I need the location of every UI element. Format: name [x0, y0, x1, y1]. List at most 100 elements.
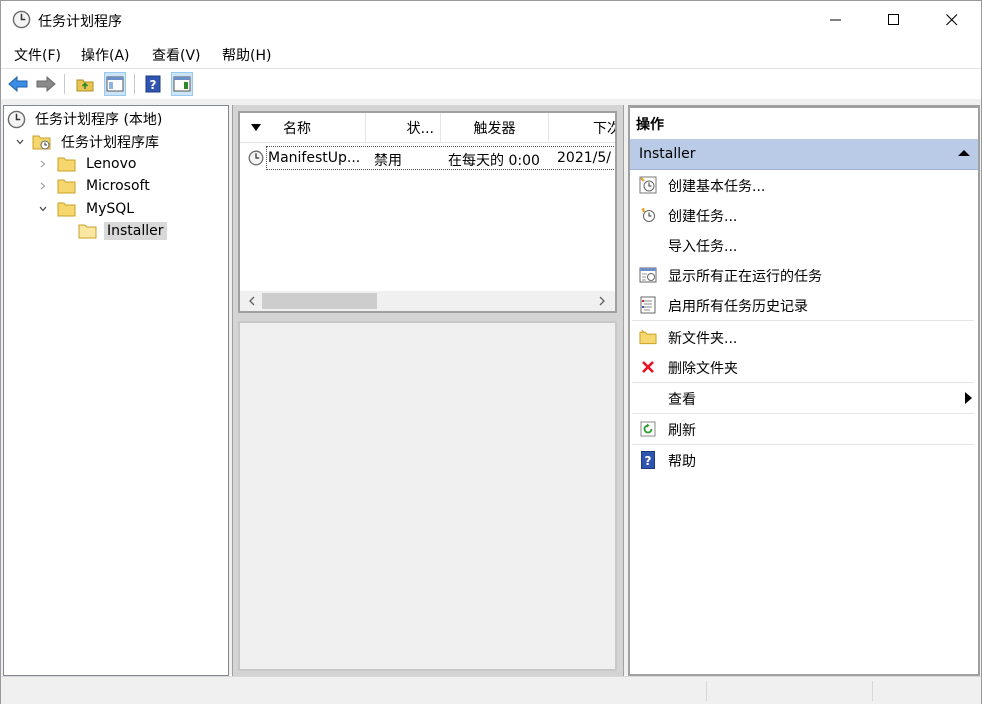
status-bar [1, 676, 981, 704]
sort-down-icon [251, 124, 261, 131]
folder-clock-icon [32, 135, 51, 150]
chevron-right-icon[interactable] [37, 180, 49, 192]
scroll-left-button[interactable] [242, 291, 262, 311]
scroll-right-button[interactable] [592, 291, 612, 311]
action-enable-task-history[interactable]: 启用所有任务历史记录 [630, 290, 978, 320]
minimize-button[interactable] [807, 1, 865, 39]
toolbar-separator [134, 74, 135, 94]
tree-item-microsoft[interactable]: Microsoft [37, 175, 153, 197]
folder-up-icon [76, 79, 94, 92]
menu-action[interactable]: 操作(A) [81, 45, 130, 65]
maximize-button[interactable] [865, 1, 923, 39]
action-delete-folder[interactable]: 删除文件夹 [630, 352, 978, 382]
action-display-running-tasks[interactable]: 显示所有正在运行的任务 [630, 260, 978, 290]
task-scheduler-window: 任务计划程序 文件(F) 操作(A) 查看(V) 帮助(H) ? 任务计划程序 … [0, 0, 982, 704]
svg-text:?: ? [150, 78, 157, 92]
menu-help[interactable]: 帮助(H) [222, 45, 271, 65]
minimize-icon [830, 19, 841, 21]
action-new-folder[interactable]: 新文件夹... [630, 322, 978, 352]
task-next-run-cell: 2021/5/ [557, 150, 611, 166]
window-title: 任务计划程序 [38, 14, 122, 30]
action-import-task[interactable]: 导入任务... [630, 230, 978, 260]
collapse-up-icon [958, 150, 970, 156]
clock-icon [12, 10, 31, 29]
task-name-cell: ManifestUp... [268, 150, 361, 166]
menu-file[interactable]: 文件(F) [14, 45, 61, 65]
task-details-pane [238, 321, 617, 671]
tree-item-library[interactable]: 任务计划程序库 [14, 131, 162, 153]
scroll-thumb[interactable] [262, 293, 377, 309]
help-button[interactable]: ? [142, 72, 164, 96]
action-create-task[interactable]: 创建任务... [630, 200, 978, 230]
delete-icon [639, 358, 657, 376]
chevron-left-icon [249, 296, 255, 306]
status-separator [872, 681, 873, 701]
tree-item-mysql[interactable]: MySQL [37, 198, 137, 220]
column-trigger[interactable]: 触发器 [441, 113, 549, 143]
up-folder-button[interactable] [74, 72, 96, 96]
chevron-down-icon[interactable] [37, 203, 49, 215]
maximize-icon [888, 14, 899, 25]
show-hide-console-tree-button[interactable] [104, 72, 126, 96]
running-tasks-icon [639, 266, 657, 284]
folder-icon [57, 202, 76, 217]
tree-library-label: 任务计划程序库 [61, 135, 159, 151]
task-list-header: 名称 状... 触发器 下次 [240, 113, 615, 143]
console-tree: 任务计划程序 (本地) 任务计划程序库 Lenovo Microsoft MyS… [3, 105, 229, 676]
submenu-arrow-icon [965, 392, 972, 404]
create-basic-task-icon [639, 176, 657, 194]
task-history-icon [639, 296, 657, 314]
create-task-icon [639, 206, 657, 224]
close-button[interactable] [923, 1, 981, 39]
tree-item-lenovo[interactable]: Lenovo [37, 153, 139, 175]
status-separator [706, 681, 707, 701]
new-folder-icon [639, 328, 657, 346]
tree-item-root[interactable]: 任务计划程序 (本地) [7, 108, 165, 130]
task-trigger-cell: 在每天的 0:00 [448, 153, 540, 169]
chevron-down-icon[interactable] [14, 136, 26, 148]
action-refresh[interactable]: 刷新 [630, 414, 978, 444]
tree-root-label: 任务计划程序 (本地) [35, 112, 163, 128]
folder-icon [57, 179, 76, 194]
menu-view[interactable]: 查看(V) [152, 45, 201, 65]
pane-splitter[interactable] [238, 314, 617, 320]
actions-section-header[interactable]: Installer [630, 139, 978, 170]
show-hide-tree-icon [106, 76, 124, 92]
tree-folder-label: Lenovo [86, 156, 137, 172]
chevron-right-icon[interactable] [37, 158, 49, 170]
back-arrow-icon [8, 76, 28, 92]
title-bar: 任务计划程序 [1, 1, 981, 39]
toolbar-separator [64, 74, 65, 94]
horizontal-scrollbar[interactable] [240, 291, 615, 311]
task-list: 名称 状... 触发器 下次 ManifestUp... 禁用 在每天的 0:0… [238, 111, 617, 313]
forward-arrow-icon [36, 76, 56, 92]
action-view[interactable]: 查看 [630, 383, 978, 413]
action-create-basic-task[interactable]: 创建基本任务... [630, 170, 978, 200]
back-button[interactable] [7, 72, 29, 96]
tree-folder-label: MySQL [86, 201, 135, 217]
show-hide-action-pane-icon [173, 76, 191, 92]
tree-folder-label: Microsoft [86, 178, 150, 194]
show-hide-action-pane-button[interactable] [171, 72, 193, 96]
svg-text:?: ? [645, 454, 652, 468]
clock-icon [7, 110, 26, 128]
actions-section-label: Installer [639, 146, 696, 162]
actions-separator [632, 320, 974, 321]
toolbar: ? [1, 68, 981, 98]
folder-open-icon [78, 224, 97, 239]
help-icon: ? [639, 451, 657, 469]
help-icon: ? [145, 75, 161, 93]
action-help[interactable]: ? 帮助 [630, 445, 978, 475]
actions-title: 操作 [636, 117, 664, 133]
forward-button[interactable] [35, 72, 57, 96]
column-next-run[interactable]: 下次 [549, 113, 615, 143]
tree-selected-label: Installer [104, 222, 167, 240]
folder-icon [57, 157, 76, 172]
refresh-icon [639, 420, 657, 438]
column-name[interactable]: 名称 [240, 113, 366, 143]
column-status[interactable]: 状... [366, 113, 441, 143]
tree-item-installer[interactable]: Installer [78, 220, 167, 242]
table-row[interactable]: ManifestUp... 禁用 在每天的 0:00 2021/5/ [266, 146, 615, 170]
task-clock-icon [248, 150, 264, 166]
task-status-cell: 禁用 [374, 153, 402, 169]
